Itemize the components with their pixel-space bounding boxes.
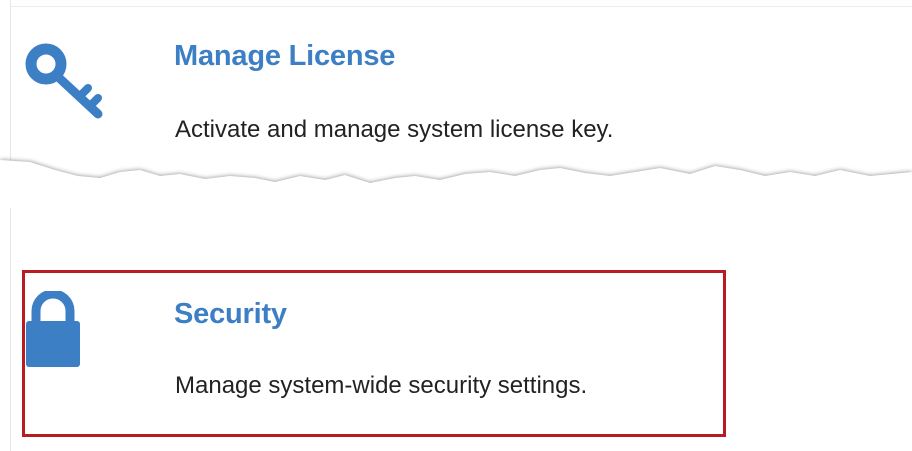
torn-edge-divider (0, 160, 912, 208)
panel-left-border (10, 0, 11, 451)
card-description-manage-license: Activate and manage system license key. (175, 116, 614, 143)
highlight-box (22, 270, 726, 437)
card-title-manage-license[interactable]: Manage License (174, 40, 395, 73)
panel-top-border (10, 6, 912, 7)
card-manage-license[interactable]: Manage License Activate and manage syste… (12, 8, 912, 158)
key-icon (22, 40, 104, 125)
